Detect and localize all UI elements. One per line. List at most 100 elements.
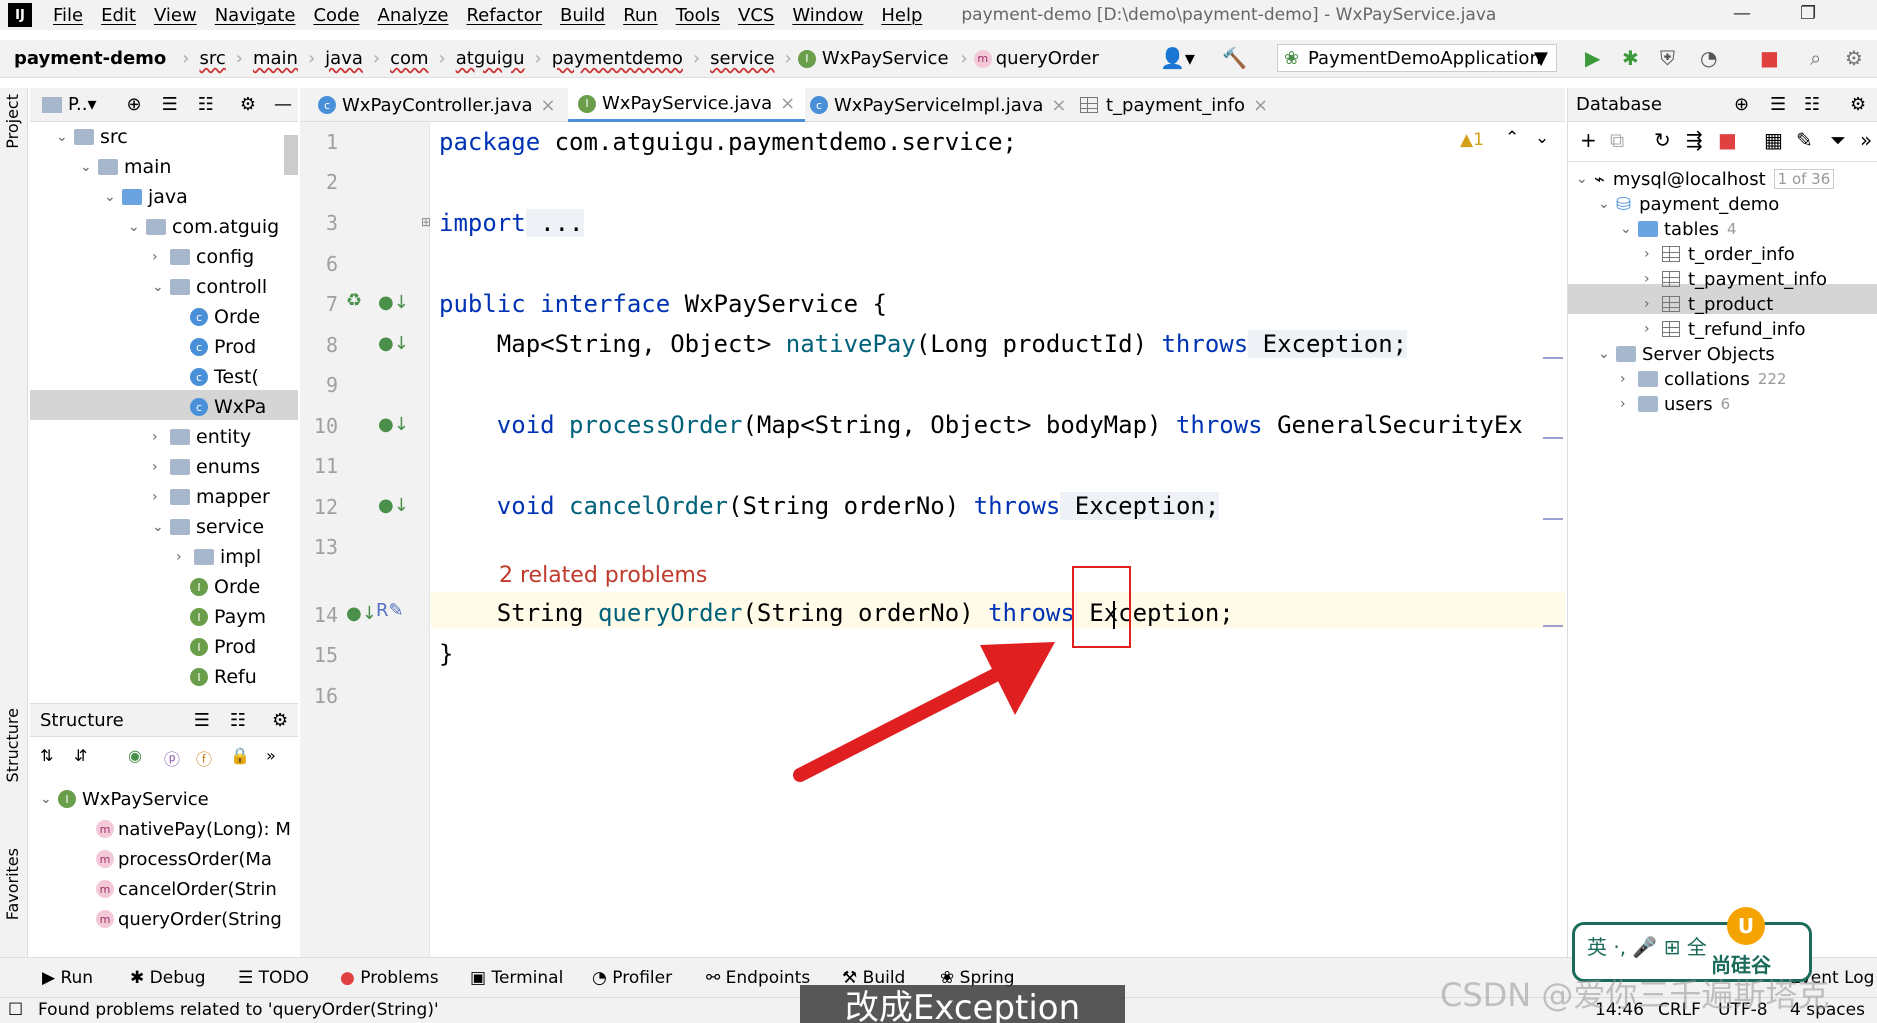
tree-node-payment-service[interactable]: I Paym [190,602,266,632]
tree-node-refund-service[interactable]: I Refu [190,662,257,692]
menu-run[interactable]: Run [623,5,658,26]
more-icon[interactable]: » [266,746,276,765]
menu-tools[interactable]: Tools [676,5,720,26]
crumb-wxpayservice[interactable]: WxPayService [822,48,949,69]
sort-alpha-icon[interactable]: ⇵ [74,746,87,765]
structure-root[interactable]: ⌄ I WxPayService [40,784,209,814]
crumb-queryorder[interactable]: queryOrder [996,48,1099,69]
tool-tab-profiler[interactable]: ◔ Profiler [592,968,672,988]
search-icon[interactable]: ⌕ [1810,46,1821,70]
user-icon[interactable]: 👤▾ [1160,46,1195,70]
project-view-select[interactable]: P..▾ [68,94,97,115]
run-icon[interactable]: ▶ [1585,46,1600,70]
menu-file[interactable]: File [53,5,83,26]
menu-build[interactable]: Build [560,5,605,26]
crumb-java[interactable]: java [325,48,363,69]
menu-window[interactable]: Window [792,5,863,26]
filter-icon[interactable]: ⏷ [1830,128,1846,152]
favorites-tool-tab[interactable]: Favorites [3,848,22,920]
debug-icon[interactable]: ✱ [1622,46,1639,70]
project-tool-tab[interactable]: Project [3,94,22,149]
tree-node-package[interactable]: ⌄ com.atguig [128,212,279,242]
settings-icon[interactable]: ⚙ [1845,46,1863,70]
tree-node-config[interactable]: › config [152,242,254,272]
sync-icon[interactable]: ⇶ [1686,128,1703,152]
project-scrollbar[interactable] [284,135,298,175]
gear-icon[interactable]: ⚙ [1850,94,1866,115]
gear-icon[interactable]: ⚙ [272,710,288,731]
tree-node-controller[interactable]: ⌄ controll [152,272,267,302]
menu-edit[interactable]: Edit [101,5,136,26]
structure-tool-tab[interactable]: Structure [3,708,22,782]
minimize-icon[interactable]: — [1733,3,1751,24]
tool-tab-run[interactable]: ▶ Run [42,968,93,988]
menu-code[interactable]: Code [313,5,359,26]
tree-node-impl[interactable]: › impl [176,542,261,572]
tree-node-enums[interactable]: › enums [152,452,260,482]
crumb-paymentdemo[interactable]: paymentdemo [552,48,683,69]
menu-navigate[interactable]: Navigate [215,5,296,26]
error-stripe-mark[interactable] [1543,357,1563,359]
error-stripe-mark[interactable] [1543,437,1563,439]
code-editor[interactable]: package com.atguigu.paymentdemo.service;… [431,122,1565,957]
implemented-icon[interactable]: ●↓ [346,603,377,624]
rest-endpoint-icon[interactable]: R✎ [376,600,404,621]
tree-node-product-controller[interactable]: c Prod [190,332,256,362]
error-stripe-mark[interactable] [1543,625,1563,627]
menu-view[interactable]: View [154,5,197,26]
add-icon[interactable]: + [1580,128,1597,152]
show-non-public-icon[interactable]: 🔒 [230,746,250,765]
crumb-src[interactable]: src [199,48,225,69]
coverage-icon[interactable]: ⛨ [1660,46,1675,70]
tree-node-service[interactable]: ⌄ service [152,512,264,542]
build-hammer-icon[interactable]: 🔨 [1222,46,1247,70]
implemented-icon[interactable]: ●↓ [378,414,409,435]
stop-icon[interactable]: ■ [1760,46,1779,70]
tab-wxpayserviceimpl[interactable]: c WxPayServiceImpl.java × [800,88,1077,122]
tree-node-main[interactable]: ⌄ main [80,152,171,182]
previous-highlight-icon[interactable]: ⌃ [1505,128,1519,148]
error-stripe-mark[interactable] [1543,518,1563,520]
tree-node-src[interactable]: ⌄ src [56,122,128,152]
edit-icon[interactable]: ✎ [1796,128,1813,152]
collapse-all-icon[interactable]: ☷ [230,710,246,731]
show-properties-icon[interactable]: ⓟ [164,746,180,770]
db-node-users[interactable]: › users 6 [1620,389,1730,419]
structure-method-processorder[interactable]: m processOrder(Ma [96,844,272,874]
menu-refactor[interactable]: Refactor [466,5,542,26]
structure-method-cancelorder[interactable]: m cancelOrder(Strin [96,874,277,904]
tool-tab-terminal[interactable]: ▣ Terminal [470,968,563,988]
structure-method-nativepay[interactable]: m nativePay(Long): M [96,814,291,844]
maximize-icon[interactable]: ❐ [1800,3,1816,24]
tree-node-order-controller[interactable]: c Orde [190,302,260,332]
tool-tab-endpoints[interactable]: ⚯ Endpoints [706,968,810,988]
crumb-atguigu[interactable]: atguigu [456,48,525,69]
hide-icon[interactable]: — [274,94,292,115]
tab-wxpayservice[interactable]: I WxPayService.java × [568,88,806,122]
fold-icon[interactable]: ⊞ [421,215,431,229]
warnings-indicator[interactable]: ▲1 [1460,130,1484,150]
implemented-icon[interactable]: ●↓ [378,292,409,313]
tool-tab-debug[interactable]: ✱ Debug [130,968,206,988]
status-toggle-icon[interactable]: ☐ [8,1000,23,1020]
structure-method-queryorder[interactable]: m queryOrder(String [96,904,282,934]
tree-node-entity[interactable]: › entity [152,422,251,452]
expand-all-icon[interactable]: ☰ [162,94,178,115]
crumb-service[interactable]: service [710,48,774,69]
expand-all-icon[interactable]: ☰ [194,710,210,731]
expand-all-icon[interactable]: ☰ [1770,94,1786,115]
tab-wxpaycontroller[interactable]: c WxPayController.java × [308,88,566,122]
run-configuration-select[interactable]: ❀ PaymentDemoApplication ▼ [1277,44,1557,72]
profile-icon[interactable]: ◔ [1700,46,1717,70]
menu-help[interactable]: Help [881,5,922,26]
duplicate-icon[interactable]: ⧉ [1610,128,1624,152]
menu-analyze[interactable]: Analyze [378,5,449,26]
tree-node-order-service[interactable]: I Orde [190,572,260,602]
table-view-icon[interactable]: ▦ [1764,128,1783,152]
crumb-main[interactable]: main [253,48,298,69]
crumb-com[interactable]: com [390,48,428,69]
gear-icon[interactable]: ⚙ [240,94,256,115]
show-inherited-icon[interactable]: ◉ [128,746,142,765]
implemented-icon[interactable]: ●↓ [378,495,409,516]
tab-t-payment-info[interactable]: t_payment_info × [1070,88,1278,122]
